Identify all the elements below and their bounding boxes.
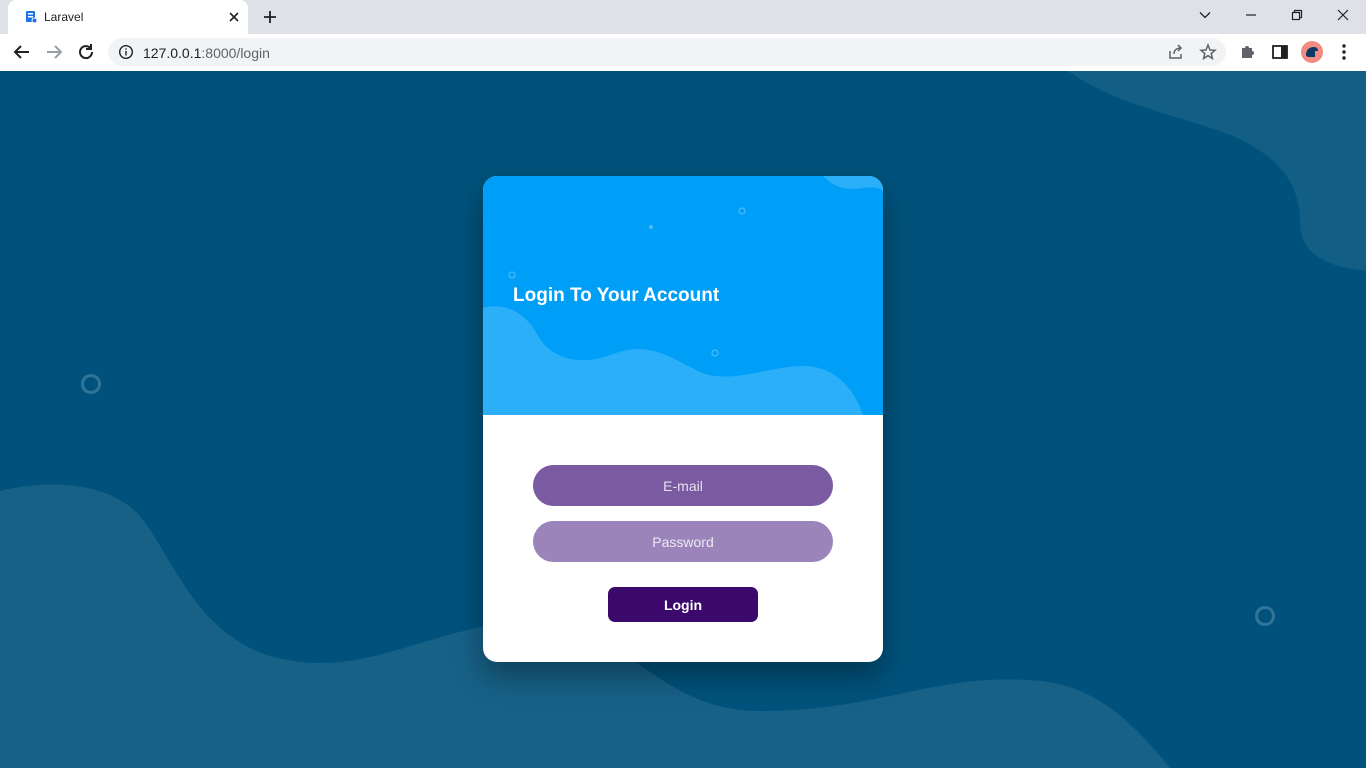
email-field[interactable]: [533, 465, 833, 506]
login-button[interactable]: Login: [608, 587, 758, 622]
laravel-page-icon: [26, 11, 38, 24]
puzzle-icon[interactable]: [1236, 40, 1260, 64]
browser-toolbar: 127.0.0.1:8000/login: [0, 34, 1366, 72]
side-panel-icon[interactable]: [1268, 40, 1292, 64]
login-card-header: Login To Your Account: [483, 176, 883, 415]
avatar[interactable]: [1300, 40, 1324, 64]
tab-search-button[interactable]: [1182, 0, 1228, 30]
minimize-button[interactable]: [1228, 0, 1274, 30]
login-card: Login To Your Account Login: [483, 176, 883, 662]
restore-icon: [1291, 9, 1303, 21]
close-window-button[interactable]: [1320, 0, 1366, 30]
new-tab-icon[interactable]: [260, 7, 280, 27]
browser-tab[interactable]: Laravel: [8, 0, 248, 34]
tab-title: Laravel: [44, 10, 84, 24]
url-host: 127.0.0.1: [143, 45, 202, 61]
minimize-icon: [1246, 14, 1256, 16]
chevron-down-icon: [1199, 12, 1211, 19]
restore-button[interactable]: [1274, 0, 1320, 30]
star-icon[interactable]: [1198, 42, 1218, 62]
info-icon[interactable]: [118, 44, 134, 60]
close-icon[interactable]: [226, 9, 242, 25]
url-text[interactable]: 127.0.0.1:8000/login: [143, 45, 270, 61]
arrow-right-icon[interactable]: [42, 40, 66, 64]
close-icon: [1337, 9, 1349, 21]
browser-tabstrip: Laravel: [0, 0, 1366, 34]
reload-icon[interactable]: [74, 40, 98, 64]
password-field[interactable]: [533, 521, 833, 562]
address-bar[interactable]: 127.0.0.1:8000/login: [108, 38, 1226, 66]
kebab-menu-icon[interactable]: [1332, 40, 1356, 64]
page-title: Login To Your Account: [513, 285, 720, 306]
arrow-left-icon[interactable]: [10, 40, 34, 64]
url-path: :8000/login: [201, 45, 270, 61]
share-icon[interactable]: [1166, 42, 1186, 62]
login-page: Login To Your Account Login: [0, 71, 1366, 768]
